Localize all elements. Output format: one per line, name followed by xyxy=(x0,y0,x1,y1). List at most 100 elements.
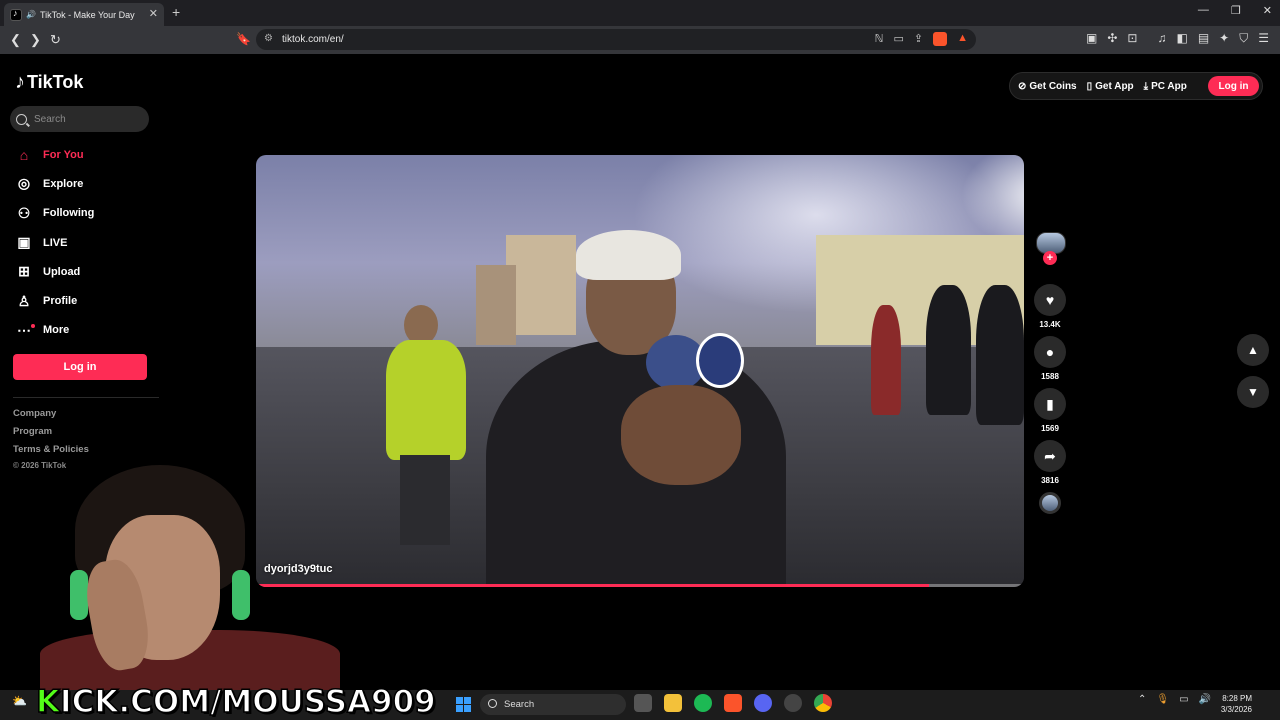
pc-app-label: PC App xyxy=(1151,80,1187,92)
microphone-tray-icon[interactable]: 🎙 xyxy=(1156,694,1169,705)
wallet-icon[interactable]: ▤ xyxy=(1198,31,1209,46)
footer-link-company[interactable]: Company xyxy=(13,408,89,426)
sidebar-item-profile[interactable]: ♙ Profile xyxy=(15,286,94,315)
sidebar-icon[interactable]: ◧ xyxy=(1176,31,1187,46)
comment-button[interactable]: ● xyxy=(1034,336,1066,368)
footer-links: Company Program Terms & Policies xyxy=(13,408,89,462)
pc-app-button[interactable]: ⤓ PC App xyxy=(1144,81,1187,92)
sidebar-item-label: LIVE xyxy=(43,236,68,249)
address-bar[interactable]: ⚙ tiktok.com/en/ ℕ ▭ ⇪ ▲ xyxy=(256,29,976,50)
sidebar-item-label: Explore xyxy=(43,177,84,190)
media-icon[interactable]: ♫ xyxy=(1157,31,1166,46)
spotify-icon[interactable] xyxy=(694,694,712,712)
leo-icon[interactable]: ✦ xyxy=(1219,31,1229,46)
save-button[interactable]: ▮ xyxy=(1034,388,1066,420)
top-login-button[interactable]: Log in xyxy=(1208,76,1259,96)
get-coins-button[interactable]: ⊘ Get Coins xyxy=(1018,81,1077,92)
maximize-button[interactable]: ❐ xyxy=(1231,4,1241,17)
close-window-button[interactable]: ✕ xyxy=(1263,4,1272,17)
forward-icon[interactable]: ❯ xyxy=(30,32,41,48)
sidebar-item-for-you[interactable]: ⌂ For You xyxy=(15,140,94,169)
tab-title: TikTok - Make Your Day xyxy=(39,9,135,20)
share-arrow-icon: ➦ xyxy=(1044,447,1056,464)
upload-icon: ⊞ xyxy=(18,263,30,280)
minimize-button[interactable]: — xyxy=(1198,4,1209,17)
menu-icon[interactable]: ☰ xyxy=(1258,31,1269,46)
like-button[interactable]: ♥ xyxy=(1034,284,1066,316)
footer-link-program[interactable]: Program xyxy=(13,426,89,444)
taskbar-search-input[interactable]: Search xyxy=(480,694,626,715)
search-placeholder: Search xyxy=(34,113,66,125)
new-tab-button[interactable]: + xyxy=(172,4,180,20)
sidebar-item-label: Following xyxy=(43,207,95,220)
search-input[interactable]: Search xyxy=(10,106,149,132)
bookmark-icon[interactable]: 🔖 xyxy=(236,32,251,46)
task-view-icon[interactable] xyxy=(634,694,652,712)
sidebar-item-more[interactable]: ⋯ More xyxy=(15,316,94,345)
music-disc-icon[interactable] xyxy=(1039,492,1061,514)
sidebar-menu: ⌂ For You ◎ Explore ⚇ Following ▣ LIVE ⊞… xyxy=(15,140,94,345)
system-tray: ⌃ 🎙 ▭ 🔊 xyxy=(1138,694,1211,705)
chrome-icon[interactable] xyxy=(814,694,832,712)
share-count: 3816 xyxy=(1041,476,1059,485)
extension-icon[interactable]: ▣ xyxy=(1086,31,1097,46)
get-app-button[interactable]: ▯ Get App xyxy=(1087,81,1134,92)
chevron-down-icon: ▼ xyxy=(1247,385,1259,399)
video-progress-fill xyxy=(256,584,929,587)
kick-overlay-text: KICK.COM/MOUSSA909 xyxy=(35,683,436,720)
more-icon: ⋯ xyxy=(17,321,35,338)
file-explorer-icon[interactable] xyxy=(664,694,682,712)
video-progress-bar[interactable] xyxy=(256,584,1024,587)
tiktok-note-icon: ♪ xyxy=(15,71,25,93)
video-person xyxy=(976,285,1024,425)
download-icon: ⤓ xyxy=(1143,80,1149,92)
brave-icon[interactable] xyxy=(724,694,742,712)
tray-chevron-icon[interactable]: ⌃ xyxy=(1138,694,1146,705)
chevron-up-icon: ▲ xyxy=(1247,343,1259,357)
cast-icon[interactable]: ▭ xyxy=(893,32,903,46)
reload-icon[interactable]: ↻ xyxy=(50,32,61,48)
sidebar-divider xyxy=(13,397,159,398)
next-video-button[interactable]: ▼ xyxy=(1237,376,1269,408)
brave-rewards-icon[interactable]: ▲ xyxy=(957,32,968,46)
previous-video-button[interactable]: ▲ xyxy=(1237,334,1269,366)
discord-icon[interactable] xyxy=(754,694,772,712)
save-count: 1569 xyxy=(1041,424,1059,433)
follow-plus-icon[interactable]: + xyxy=(1043,251,1057,265)
sidebar-item-live[interactable]: ▣ LIVE xyxy=(15,228,94,257)
translate-icon[interactable]: ℕ xyxy=(875,32,884,46)
weather-icon[interactable]: ⛅ xyxy=(12,694,27,708)
video-person xyxy=(926,285,971,415)
video-player[interactable]: dyorjd3y9tuc xyxy=(256,155,1024,587)
taskbar-clock[interactable]: 8:28 PM 3/3/2026 xyxy=(1214,693,1252,715)
back-icon[interactable]: ❮ xyxy=(10,32,21,48)
sidebar-login-button[interactable]: Log in xyxy=(13,354,147,380)
microphone-icon xyxy=(696,333,744,388)
vpn-icon[interactable]: ⛉ xyxy=(1239,31,1248,46)
following-icon: ⚇ xyxy=(17,204,31,221)
screenshot-icon[interactable]: ⊡ xyxy=(1127,31,1137,46)
site-info-icon[interactable]: ⚙ xyxy=(264,33,273,44)
network-icon[interactable]: ▭ xyxy=(1179,694,1188,705)
puzzle-icon[interactable]: ✣ xyxy=(1107,31,1117,46)
tab-close-icon[interactable]: ✕ xyxy=(149,7,158,20)
search-icon xyxy=(488,699,497,708)
windows-start-icon[interactable] xyxy=(456,697,471,712)
like-count: 13.4K xyxy=(1039,320,1061,329)
live-icon: ▣ xyxy=(17,234,31,251)
sidebar-item-explore[interactable]: ◎ Explore xyxy=(15,169,94,198)
volume-icon[interactable]: 🔊 xyxy=(1199,694,1211,705)
phone-icon: ▯ xyxy=(1086,80,1093,92)
speaker-icon[interactable]: 🔊 xyxy=(26,10,36,19)
browser-tab[interactable]: 🔊 TikTok - Make Your Day ✕ xyxy=(4,3,164,26)
app-icon[interactable] xyxy=(784,694,802,712)
sidebar-item-upload[interactable]: ⊞ Upload xyxy=(15,257,94,286)
sidebar-item-following[interactable]: ⚇ Following xyxy=(15,199,95,228)
sidebar-item-label: Upload xyxy=(43,265,81,278)
tiktok-logo[interactable]: ♪ TikTok xyxy=(15,71,83,94)
share-button[interactable]: ➦ xyxy=(1034,440,1066,472)
brave-shields-icon[interactable] xyxy=(933,32,948,46)
url-text: tiktok.com/en/ xyxy=(282,34,344,45)
profile-icon: ♙ xyxy=(17,292,31,309)
share-icon[interactable]: ⇪ xyxy=(914,32,923,46)
